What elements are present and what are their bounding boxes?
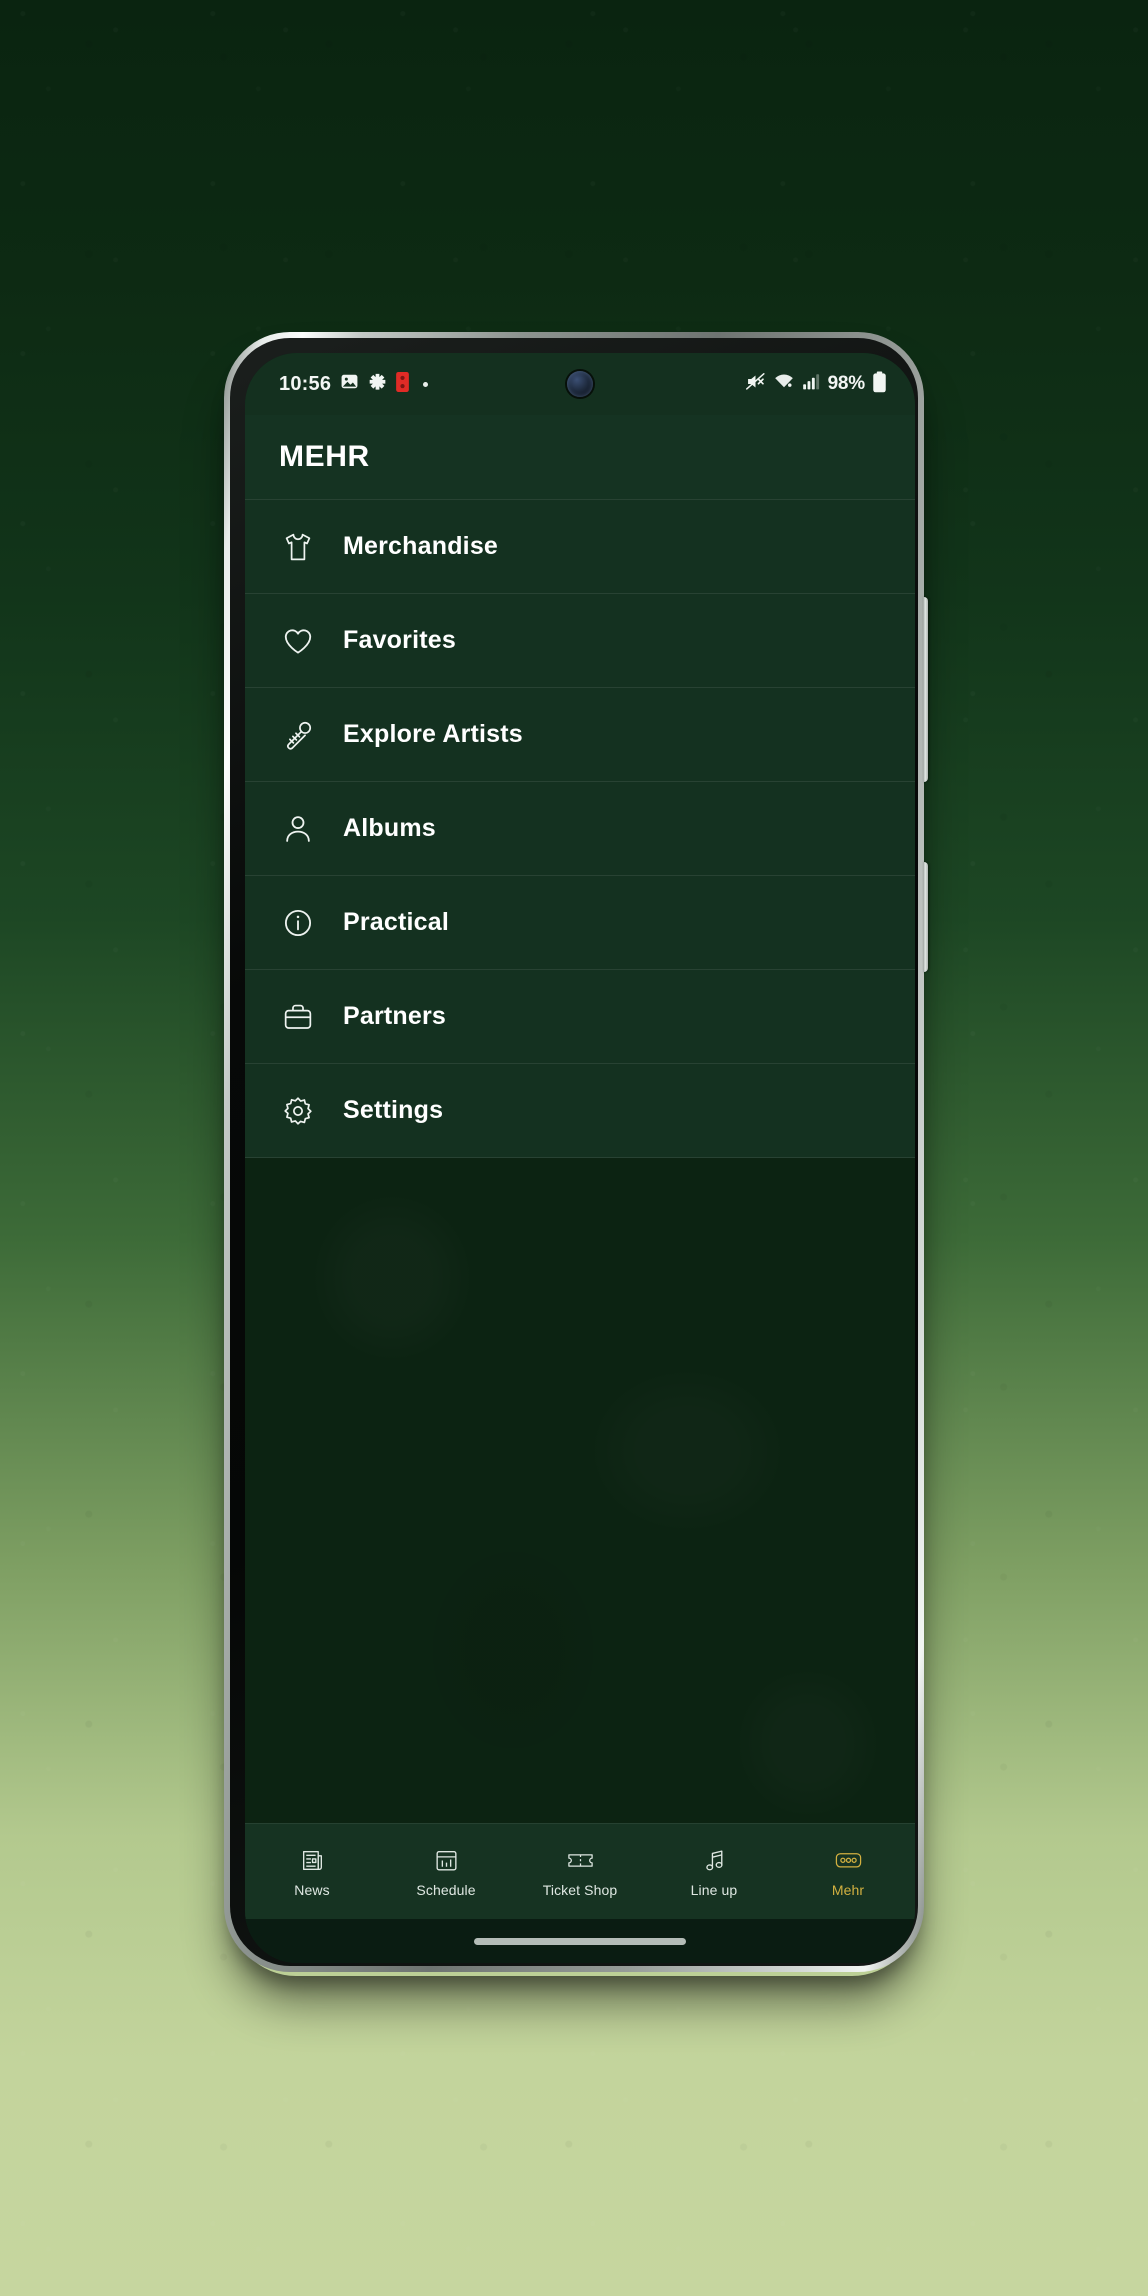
tab-label: Schedule: [416, 1882, 476, 1898]
tab-label: News: [294, 1882, 330, 1898]
menu-item-label: Merchandise: [343, 532, 499, 560]
phone-screen: 10:56 98% MEHR Merchandise Favorites Exp…: [245, 353, 915, 1963]
tab-line-up[interactable]: Line up: [647, 1824, 781, 1919]
bottom-navigation-bar: News Schedule Ticket Shop Line up Mehr: [245, 1823, 915, 1919]
phone-metal-frame: 10:56 98% MEHR Merchandise Favorites Exp…: [224, 332, 928, 1972]
tab-label: Ticket Shop: [542, 1882, 618, 1898]
status-bar-clock: 10:56: [279, 372, 332, 395]
gallery-icon: [340, 372, 359, 396]
menu-item-settings[interactable]: Settings: [245, 1064, 915, 1158]
menu-item-label: Settings: [343, 1096, 444, 1124]
cellular-signal-icon: [802, 372, 821, 396]
power-button[interactable]: [923, 862, 928, 972]
battery-percentage-label: 98%: [827, 373, 866, 394]
menu-item-label: Albums: [343, 814, 436, 842]
page-backdrop: 10:56 98% MEHR Merchandise Favorites Exp…: [0, 0, 1148, 2296]
more-menu-list: Merchandise Favorites Explore Artists Al…: [245, 499, 915, 1158]
ticket-icon: [566, 1845, 595, 1875]
briefcase-icon: [279, 998, 317, 1036]
info-circle-icon: [279, 904, 317, 942]
app-header: MEHR: [245, 415, 915, 499]
status-bar: 10:56 98%: [245, 353, 915, 415]
menu-item-merchandise[interactable]: Merchandise: [245, 500, 915, 594]
more-dots-icon: [834, 1845, 863, 1875]
gear-icon: [279, 1092, 317, 1130]
tab-label: Mehr: [831, 1882, 865, 1898]
phone-bezel: 10:56 98% MEHR Merchandise Favorites Exp…: [230, 338, 918, 1966]
menu-item-explore-artists[interactable]: Explore Artists: [245, 688, 915, 782]
newspaper-icon: [299, 1845, 326, 1875]
tshirt-icon: [279, 528, 317, 566]
menu-item-label: Explore Artists: [343, 720, 523, 748]
clover-icon: [368, 372, 387, 396]
tab-mehr[interactable]: Mehr: [781, 1824, 915, 1919]
red-notification-icon: [396, 371, 410, 397]
front-camera-punch-hole: [567, 371, 593, 397]
tab-news[interactable]: News: [245, 1824, 379, 1919]
small-dot-icon: [423, 381, 429, 387]
gesture-navigation-area: [245, 1919, 915, 1963]
tab-schedule[interactable]: Schedule: [379, 1824, 513, 1919]
page-title: MEHR: [279, 440, 370, 473]
home-indicator[interactable]: [474, 1937, 686, 1945]
person-icon: [279, 810, 317, 848]
calendar-icon: [433, 1845, 460, 1875]
status-bar-left: 10:56: [279, 371, 429, 397]
tab-label: Line up: [690, 1882, 738, 1898]
menu-item-label: Partners: [343, 1002, 447, 1030]
tab-ticket-shop[interactable]: Ticket Shop: [513, 1824, 647, 1919]
menu-item-practical[interactable]: Practical: [245, 876, 915, 970]
menu-item-label: Favorites: [343, 626, 456, 654]
menu-item-albums[interactable]: Albums: [245, 782, 915, 876]
menu-item-favorites[interactable]: Favorites: [245, 594, 915, 688]
music-note-icon: [702, 1845, 727, 1875]
mute-icon: [745, 371, 766, 397]
volume-button[interactable]: [923, 597, 928, 782]
microphone-icon: [279, 716, 317, 754]
menu-item-partners[interactable]: Partners: [245, 970, 915, 1064]
heart-icon: [279, 622, 317, 660]
status-bar-right: 98%: [745, 370, 887, 398]
empty-content-area: [245, 1158, 915, 1823]
menu-item-label: Practical: [343, 908, 450, 936]
phone-device-mockup: 10:56 98% MEHR Merchandise Favorites Exp…: [224, 332, 928, 1972]
battery-icon: [872, 370, 887, 398]
wifi-icon: [773, 371, 795, 397]
